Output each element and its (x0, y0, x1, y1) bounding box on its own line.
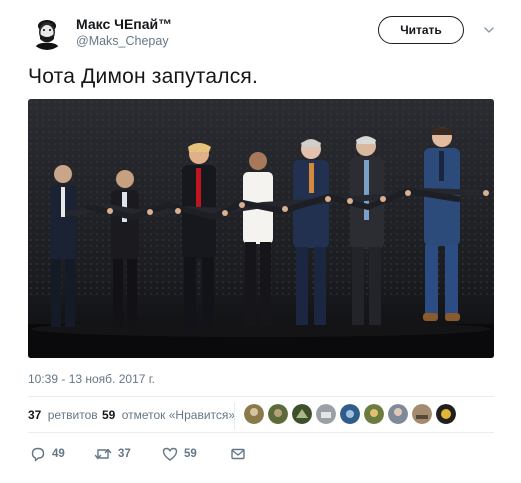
retweet-action[interactable]: 37 (94, 444, 131, 464)
retweets-count: 37 (28, 408, 42, 422)
reply-icon (31, 447, 45, 462)
divider-top (28, 396, 494, 397)
author-avatar[interactable] (28, 12, 66, 50)
envelope-icon (231, 448, 245, 460)
direct-message-action[interactable] (230, 444, 246, 464)
tweet-header: Макс ЧЕпай™ @Maks_Chepay Читать (28, 12, 498, 56)
caricature-portrait-icon (28, 12, 66, 50)
follow-button[interactable]: Читать (378, 16, 464, 44)
tweet-actions: 49 37 59 (28, 444, 328, 466)
reply-action[interactable]: 49 (30, 444, 65, 464)
liker-avatar-6[interactable] (364, 404, 384, 424)
likes-label: отметок «Нравится» (121, 408, 236, 422)
stats-separator (234, 402, 235, 430)
likes-stat[interactable]: 59 отметок «Нравится» (102, 408, 235, 422)
retweet-icon (94, 448, 112, 460)
tweet-photo[interactable] (28, 99, 494, 358)
liker-avatar-4[interactable] (316, 404, 336, 424)
tweet-timestamp[interactable]: 10:39 - 13 нояб. 2017 г. (28, 372, 155, 386)
leaders-handshake-photo-icon (28, 99, 494, 358)
likes-count: 59 (102, 408, 116, 422)
like-action[interactable]: 59 (162, 444, 197, 464)
chevron-down-icon[interactable] (483, 24, 495, 36)
liker-avatar-9[interactable] (436, 404, 456, 424)
liker-avatar-2[interactable] (268, 404, 288, 424)
retweet-count: 37 (118, 448, 131, 460)
retweets-label: ретвитов (47, 408, 98, 422)
liker-avatar-8[interactable] (412, 404, 432, 424)
divider-bottom (28, 432, 494, 433)
liker-avatar-1[interactable] (244, 404, 264, 424)
author-name[interactable]: Макс ЧЕпай™ (76, 15, 172, 33)
heart-icon (162, 447, 178, 461)
liker-avatar-3[interactable] (292, 404, 312, 424)
author-info[interactable]: Макс ЧЕпай™ @Maks_Chepay (76, 15, 172, 49)
reply-count: 49 (52, 448, 65, 460)
like-count: 59 (184, 448, 197, 460)
author-handle[interactable]: @Maks_Chepay (76, 33, 172, 49)
liker-avatar-7[interactable] (388, 404, 408, 424)
retweets-stat[interactable]: 37 ретвитов (28, 408, 98, 422)
tweet-stats: 37 ретвитов 59 отметок «Нравится» (28, 402, 494, 430)
liker-avatar-5[interactable] (340, 404, 360, 424)
tweet-text: Чота Димон запутался. (28, 65, 259, 88)
tweet-card: Макс ЧЕпай™ @Maks_Chepay Читать Чота Дим… (0, 0, 521, 483)
